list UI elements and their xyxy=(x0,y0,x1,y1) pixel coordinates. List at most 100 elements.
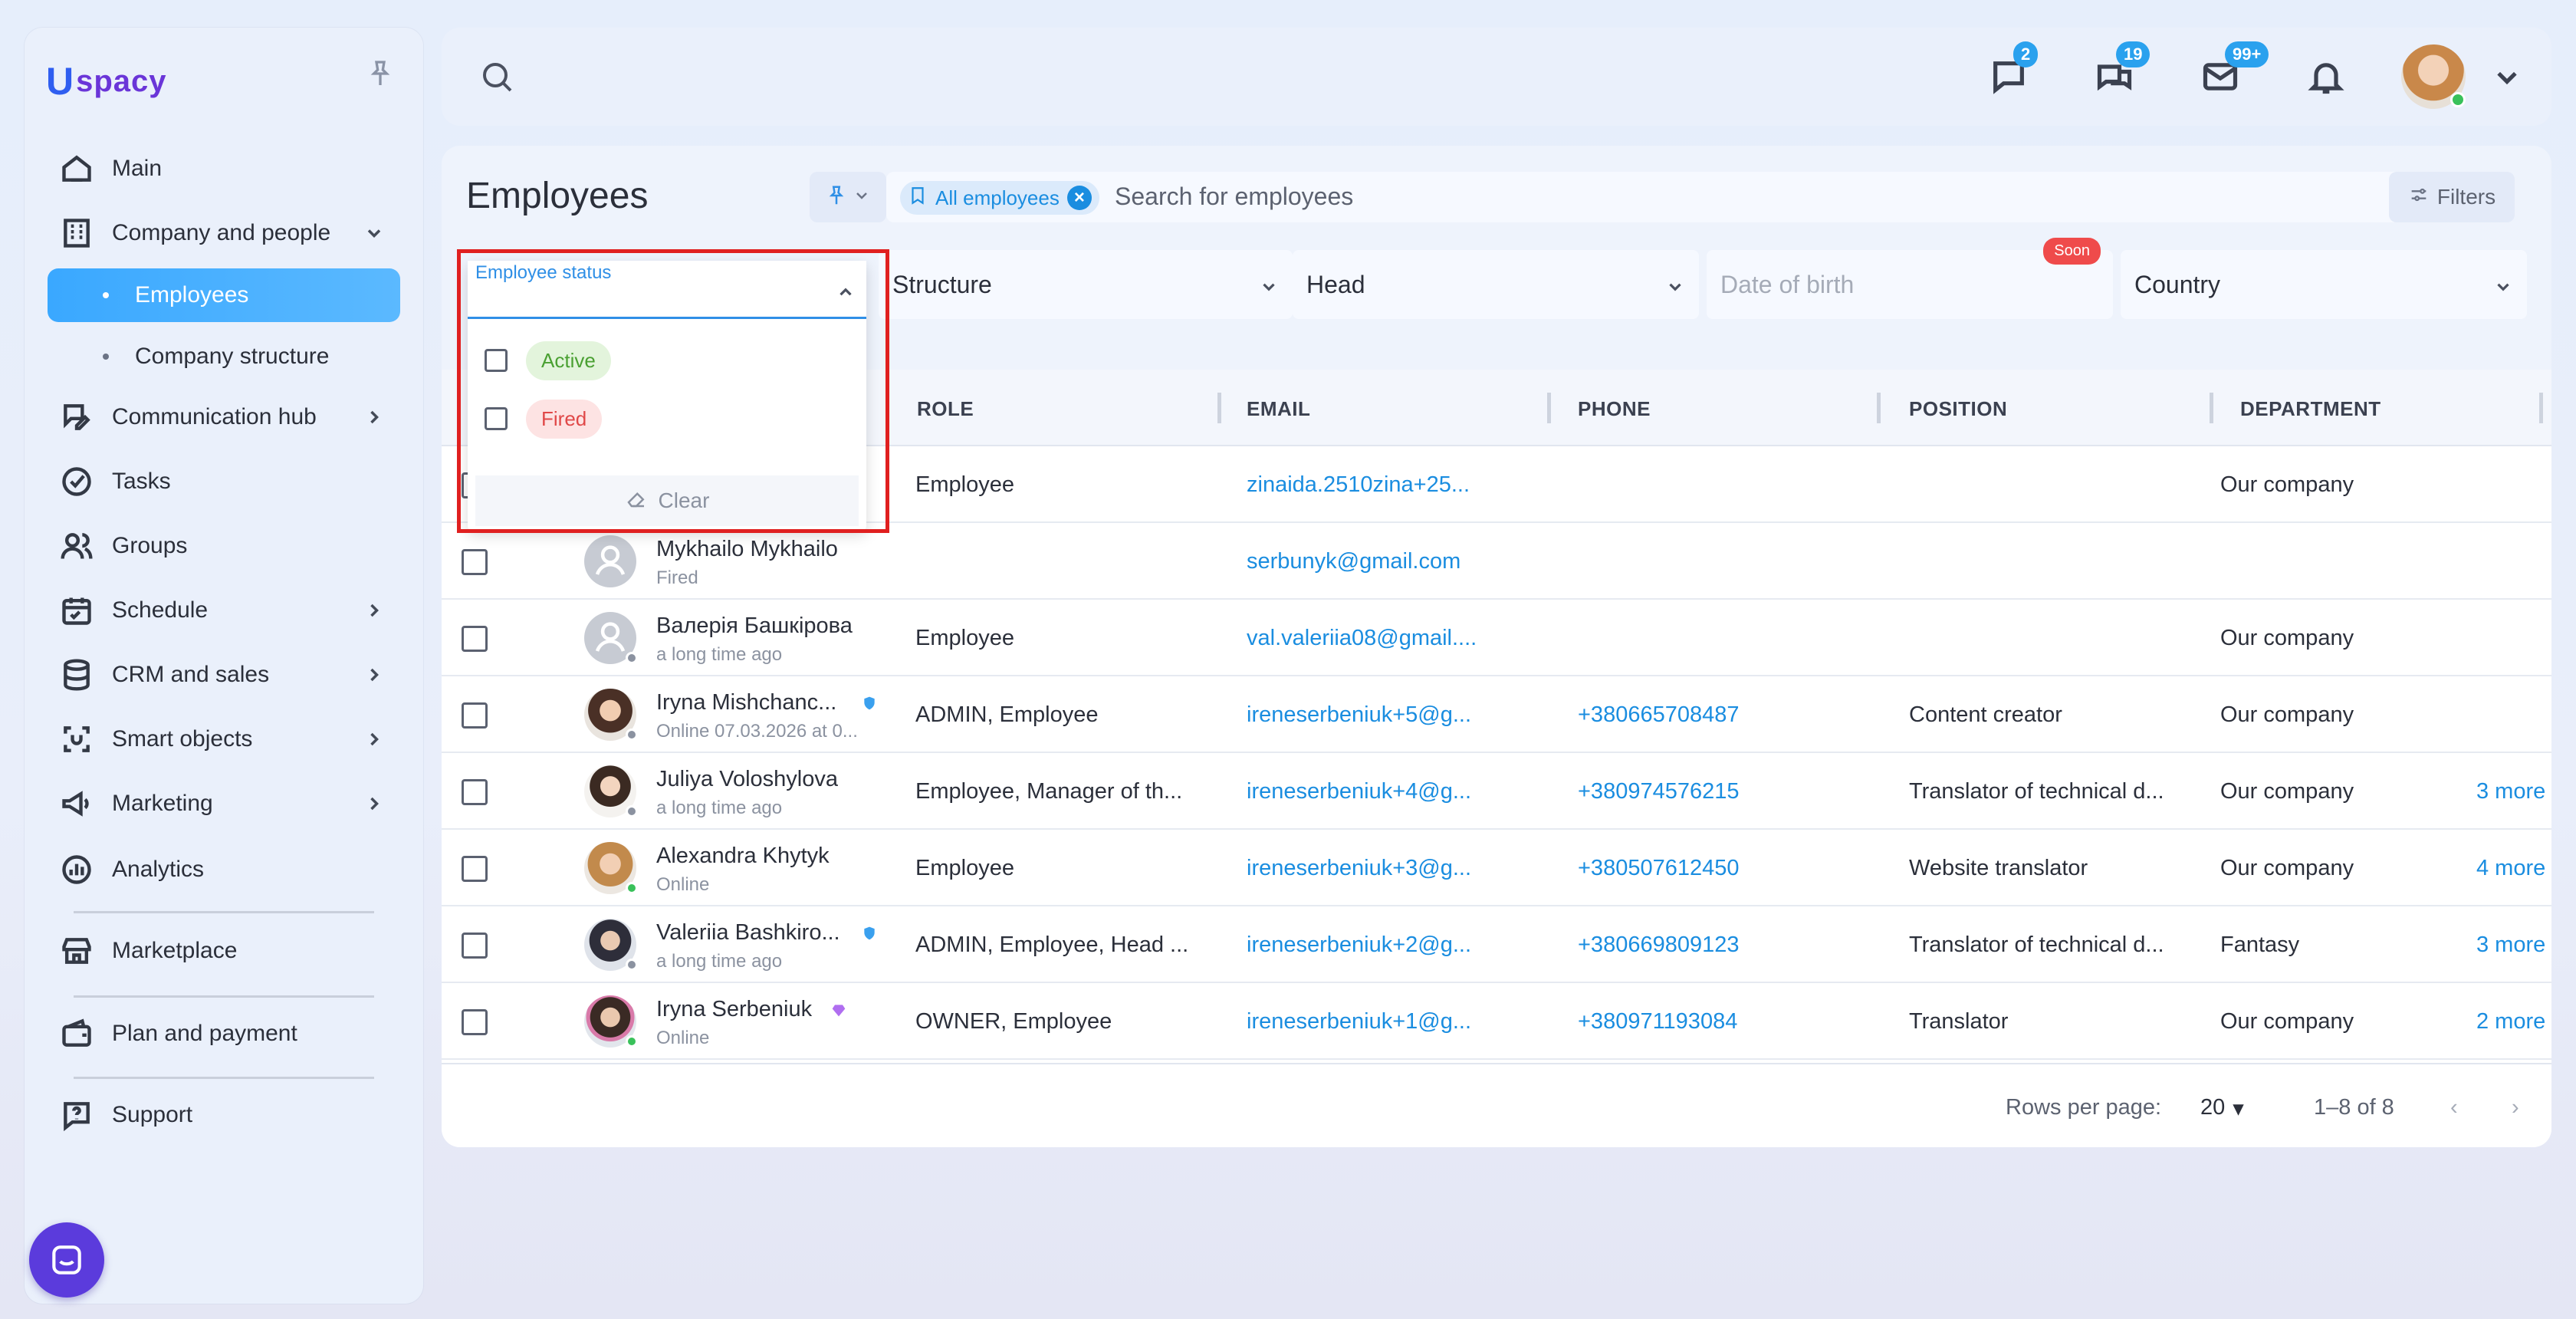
table-row[interactable]: Mykhailo Mykhailo Fired serbunyk@gmail.c… xyxy=(442,523,2551,600)
head-select[interactable]: Head xyxy=(1293,250,1699,319)
view-chip[interactable]: All employees × xyxy=(900,181,1099,215)
position-cell: Translator xyxy=(1909,1009,2009,1034)
building-icon xyxy=(58,215,95,252)
sidebar-item-company-structure[interactable]: Company structure xyxy=(48,330,400,383)
role-cell: Employee xyxy=(915,626,1014,650)
more-departments-link[interactable]: 2 more xyxy=(2476,1009,2545,1034)
employee-name[interactable]: Valeriia Bashkiro... xyxy=(656,920,840,946)
email-link[interactable]: serbunyk@gmail.com xyxy=(1247,549,1460,574)
row-checkbox[interactable] xyxy=(462,856,488,882)
column-separator xyxy=(2539,393,2543,423)
email-link[interactable]: zinaida.2510zina+25... xyxy=(1247,472,1470,498)
country-select[interactable]: Country xyxy=(2121,250,2527,319)
bell-icon[interactable] xyxy=(2306,57,2346,97)
column-department[interactable]: DEPARTMENT xyxy=(2240,397,2381,421)
table-row[interactable]: Iryna Mishchanc... Online 07.03.2026 at … xyxy=(442,676,2551,753)
sidebar-item-marketplace[interactable]: Marketplace xyxy=(48,923,400,979)
phone-link[interactable]: +380971193084 xyxy=(1578,1009,1737,1034)
phone-link[interactable]: +380669809123 xyxy=(1578,933,1739,958)
employee-name[interactable]: Alexandra Khytyk xyxy=(656,844,830,869)
app-logo[interactable]: U spacy xyxy=(46,58,167,104)
chevron-down-icon xyxy=(1259,275,1279,294)
chats-badge: 19 xyxy=(2116,41,2150,67)
employee-name[interactable]: Juliya Voloshylova xyxy=(656,767,838,792)
home-icon xyxy=(58,150,95,187)
rows-per-page-select[interactable]: 20 ▾ xyxy=(2200,1095,2244,1122)
more-departments-link[interactable]: 4 more xyxy=(2476,856,2545,881)
logo-text: spacy xyxy=(76,64,167,98)
table-row[interactable]: Valeriia Bashkiro... a long time ago ADM… xyxy=(442,906,2551,983)
sidebar-item-support[interactable]: Support xyxy=(48,1087,400,1143)
sidebar-item-schedule[interactable]: Schedule xyxy=(48,583,400,638)
department-cell: Our company xyxy=(2220,1009,2354,1034)
column-role[interactable]: ROLE xyxy=(917,397,974,421)
email-link[interactable]: ireneserbeniuk+3@g... xyxy=(1247,856,1471,881)
table-row[interactable]: Iryna Serbeniuk Online OWNER, Employee i… xyxy=(442,983,2551,1060)
table-row[interactable]: Juliya Voloshylova a long time ago Emplo… xyxy=(442,753,2551,830)
sidebar-item-groups[interactable]: Groups xyxy=(48,518,400,574)
employee-search[interactable]: All employees × Search for employees 8 xyxy=(886,172,2475,222)
email-link[interactable]: val.valeriia08@gmail.... xyxy=(1247,626,1477,651)
role-cell: Employee, Manager of th... xyxy=(915,779,1183,804)
search-icon[interactable] xyxy=(478,58,515,95)
sidebar-item-label: Groups xyxy=(112,533,188,558)
sidebar-item-crm-and-sales[interactable]: CRM and sales xyxy=(48,647,400,702)
column-phone[interactable]: PHONE xyxy=(1578,397,1651,421)
employee-name[interactable]: Mykhailo Mykhailo xyxy=(656,537,838,562)
previous-page-icon[interactable]: ‹ xyxy=(2450,1095,2458,1120)
row-checkbox[interactable] xyxy=(462,626,488,652)
messages-icon[interactable]: 2 xyxy=(1989,41,2039,97)
sidebar-item-company-and-people[interactable]: Company and people xyxy=(48,206,400,261)
row-checkbox[interactable] xyxy=(462,549,488,575)
chevron-down-icon[interactable] xyxy=(2487,57,2527,97)
row-checkbox[interactable] xyxy=(462,1009,488,1035)
employee-name[interactable]: Iryna Serbeniuk xyxy=(656,997,812,1022)
page-title: Employees xyxy=(466,176,649,216)
mail-icon[interactable]: 99+ xyxy=(2200,41,2269,97)
phone-link[interactable]: +380507612450 xyxy=(1578,856,1739,881)
chats-icon[interactable]: 19 xyxy=(2095,41,2150,97)
phone-link[interactable]: +380665708487 xyxy=(1578,702,1739,728)
column-email[interactable]: EMAIL xyxy=(1247,397,1310,421)
row-checkbox[interactable] xyxy=(462,779,488,805)
sidebar-item-communication-hub[interactable]: Communication hub xyxy=(48,390,400,445)
chat-widget-button[interactable] xyxy=(29,1222,104,1298)
email-link[interactable]: ireneserbeniuk+4@g... xyxy=(1247,779,1471,804)
email-link[interactable]: ireneserbeniuk+5@g... xyxy=(1247,702,1471,728)
phone-link[interactable]: +380974576215 xyxy=(1578,779,1739,804)
sidebar-item-label: Company and people xyxy=(112,220,331,245)
structure-select[interactable]: Structure xyxy=(879,250,1293,319)
column-position[interactable]: POSITION xyxy=(1909,397,2007,421)
position-cell: Translator of technical d... xyxy=(1909,779,2164,804)
position-cell: Website translator xyxy=(1909,856,2088,880)
filters-button[interactable]: Filters xyxy=(2389,172,2515,222)
admin-shield-icon xyxy=(862,695,877,712)
sidebar-item-tasks[interactable]: Tasks xyxy=(48,454,400,509)
next-page-icon[interactable]: › xyxy=(2512,1095,2519,1120)
sidebar-item-marketing[interactable]: Marketing xyxy=(48,776,400,831)
date-of-birth-field[interactable]: Date of birth Soon xyxy=(1707,238,2113,319)
sidebar-item-plan-and-payment[interactable]: Plan and payment xyxy=(48,1006,400,1061)
employee-name[interactable]: Iryna Mishchanc... xyxy=(656,690,836,715)
email-link[interactable]: ireneserbeniuk+2@g... xyxy=(1247,933,1471,958)
row-checkbox[interactable] xyxy=(462,933,488,959)
employee-status: a long time ago xyxy=(656,951,783,972)
pin-sidebar-icon[interactable] xyxy=(365,58,396,89)
close-icon[interactable]: × xyxy=(1066,186,1092,210)
country-label: Country xyxy=(2134,270,2221,298)
sidebar-item-main[interactable]: Main xyxy=(48,141,400,196)
table-row[interactable]: Валерія Башкірова a long time ago Employ… xyxy=(442,600,2551,676)
row-checkbox[interactable] xyxy=(462,702,488,729)
logo-prefix: U xyxy=(46,60,75,103)
sidebar-item-smart-objects[interactable]: Smart objects xyxy=(48,712,400,767)
search-input[interactable]: Search for employees xyxy=(1115,183,1353,211)
employee-name[interactable]: Валерія Башкірова xyxy=(656,613,853,639)
sidebar-item-analytics[interactable]: Analytics xyxy=(48,842,400,897)
pin-views-button[interactable] xyxy=(810,172,886,222)
email-link[interactable]: ireneserbeniuk+1@g... xyxy=(1247,1009,1471,1034)
online-indicator xyxy=(626,882,638,894)
table-row[interactable]: Alexandra Khytyk Online Employee irenese… xyxy=(442,830,2551,906)
sidebar-item-employees[interactable]: Employees xyxy=(48,268,400,322)
more-departments-link[interactable]: 3 more xyxy=(2476,779,2545,804)
more-departments-link[interactable]: 3 more xyxy=(2476,933,2545,958)
